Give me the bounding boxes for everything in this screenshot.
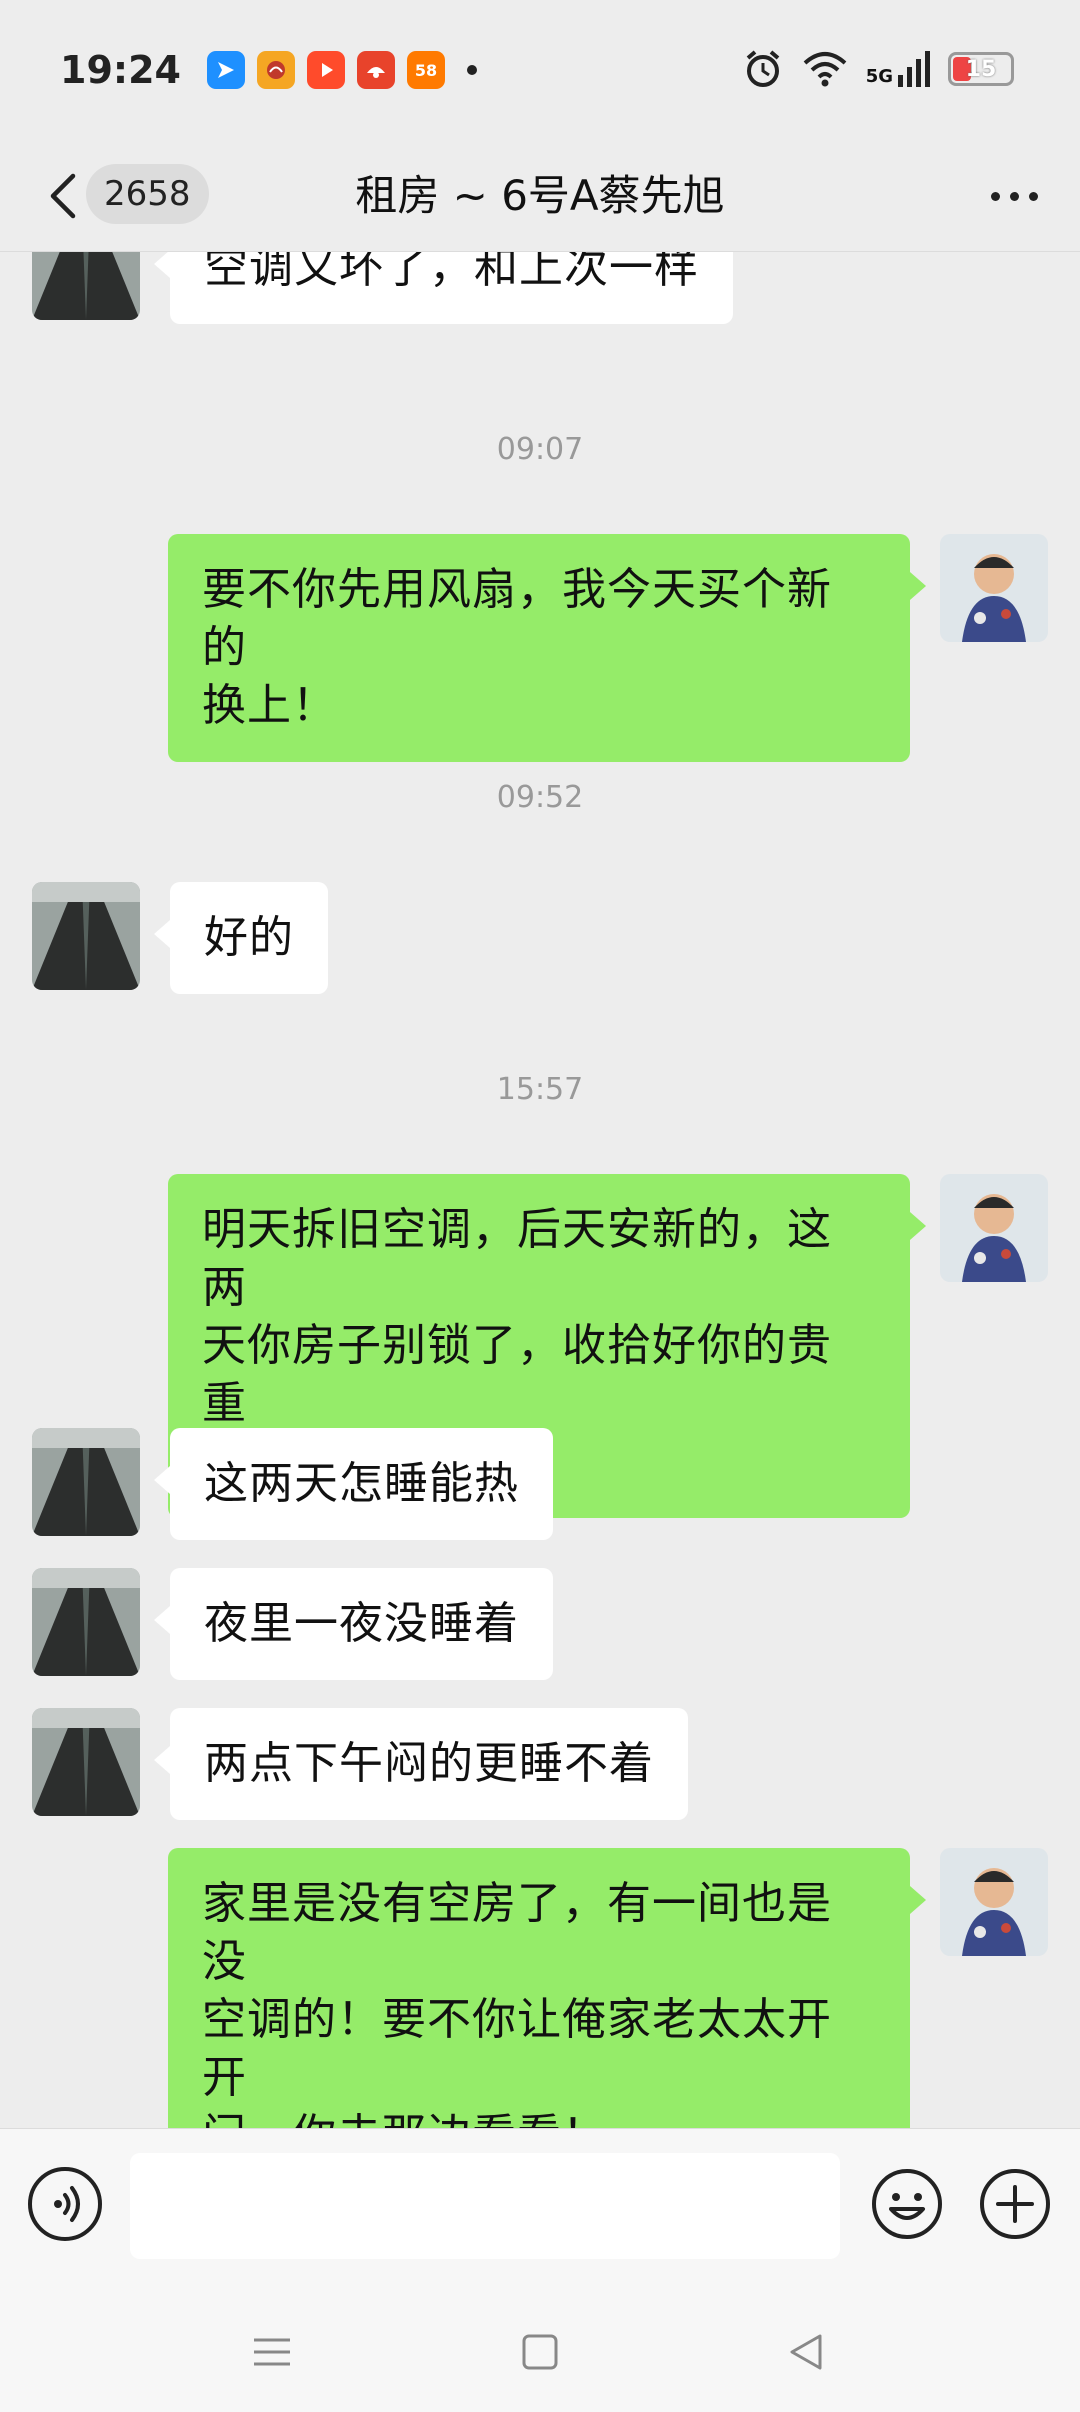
message-line: 天你房子别锁了，收拾好你的贵重 [202, 1320, 832, 1429]
menu-nav-button[interactable] [242, 2322, 302, 2382]
signal-icon [898, 51, 930, 87]
message-timestamp: 09:52 [496, 780, 584, 815]
feishu-icon [206, 51, 245, 89]
more-dot [1009, 191, 1019, 201]
battery-level: 15 [965, 56, 997, 82]
message-row-incoming: 两点下午闷的更睡不着 [0, 1708, 1080, 1820]
emoji-button[interactable] [870, 2167, 944, 2241]
58-label: 58 [414, 60, 438, 80]
unread-count-badge[interactable]: 2658 [86, 164, 209, 224]
message-line: 门，你去那边看看！ [202, 2107, 876, 2128]
video-icon [306, 51, 345, 89]
message-row-outgoing: 明天拆旧空调，后天安新的，这两 天你房子别锁了，收拾好你的贵重 东西啊！ [0, 1174, 1080, 1518]
message-list[interactable]: 空调又坏了，和上次一样 09:07 要不你先用风扇，我今天买个新的 换上！ 09… [0, 252, 1080, 2128]
message-line: 空调的！要不你让俺家老太太开开 [202, 1994, 832, 2103]
voice-input-button[interactable] [28, 2167, 102, 2241]
58-icon: 58 [406, 51, 445, 89]
message-row-incoming: 夜里一夜没睡着 [0, 1568, 1080, 1680]
my-avatar[interactable] [940, 534, 1048, 642]
souhu-icon [256, 51, 295, 89]
battery-icon: 15 [948, 52, 1014, 86]
chat-header: 2658 租房 ~ 6号A蔡先旭 [0, 140, 1080, 252]
more-dot [1028, 191, 1038, 201]
message-bubble[interactable]: 家里是没有空房了，有一间也是没 空调的！要不你让俺家老太太开开 门，你去那边看看… [168, 1848, 926, 2128]
chevron-left-icon [50, 173, 76, 219]
network-type: 5G [865, 66, 893, 87]
contact-avatar[interactable] [32, 252, 140, 320]
system-nav-bar [0, 2292, 1080, 2412]
wifi-icon [803, 52, 847, 87]
message-timestamp: 09:07 [496, 432, 584, 467]
contact-avatar[interactable] [32, 1708, 140, 1816]
message-line: 家里是没有空房了，有一间也是没 [202, 1878, 832, 1987]
contact-avatar[interactable] [32, 1568, 140, 1676]
message-row-outgoing: 要不你先用风扇，我今天买个新的 换上！ [0, 534, 1080, 762]
status-time: 19:24 [60, 48, 181, 92]
message-input[interactable] [130, 2153, 840, 2259]
message-row-outgoing: 家里是没有空房了，有一间也是没 空调的！要不你让俺家老太太开开 门，你去那边看看… [0, 1848, 1080, 2128]
message-row-incoming: 这两天怎睡能热 [0, 1428, 1080, 1540]
home-nav-button[interactable] [510, 2322, 570, 2382]
input-bar [0, 2128, 1080, 2292]
more-dot [990, 191, 1000, 201]
message-bubble[interactable]: 这两天怎睡能热 [154, 1428, 553, 1540]
home-square-icon [522, 2334, 558, 2370]
contact-avatar[interactable] [32, 1428, 140, 1536]
plus-icon [980, 2169, 1050, 2239]
message-bubble[interactable]: 好的 [154, 882, 328, 994]
message-bubble[interactable]: 空调又坏了，和上次一样 [154, 252, 733, 324]
voice-icon [54, 2186, 80, 2222]
back-nav-button[interactable] [776, 2322, 836, 2382]
alarm-icon [746, 50, 779, 87]
status-indicators: 5G 15 [742, 48, 1014, 90]
notification-dot [466, 65, 477, 75]
back-button[interactable] [36, 166, 88, 226]
menu-icon [254, 2338, 290, 2366]
more-functions-button[interactable] [978, 2167, 1052, 2241]
app-icon [356, 51, 395, 89]
contact-avatar[interactable] [32, 882, 140, 990]
notification-icons: 58 [206, 51, 445, 89]
message-line: 要不你先用风扇，我今天买个新的 [202, 564, 832, 673]
message-bubble[interactable]: 两点下午闷的更睡不着 [154, 1708, 688, 1820]
status-bar: 19:24 58 5G 15 [0, 0, 1080, 140]
message-line: 换上！ [202, 680, 337, 731]
more-options-button[interactable] [976, 168, 1052, 224]
message-bubble[interactable]: 要不你先用风扇，我今天买个新的 换上！ [168, 534, 926, 762]
emoji-icon [872, 2169, 942, 2239]
message-bubble[interactable]: 夜里一夜没睡着 [154, 1568, 553, 1680]
message-line: 明天拆旧空调，后天安新的，这两 [202, 1204, 832, 1313]
message-row-incoming: 好的 [0, 882, 1080, 994]
my-avatar[interactable] [940, 1848, 1048, 1956]
signal-indicator: 5G [866, 51, 930, 87]
message-timestamp: 15:57 [496, 1072, 584, 1107]
my-avatar[interactable] [940, 1174, 1048, 1282]
back-triangle-icon [790, 2334, 822, 2370]
message-row-incoming: 空调又坏了，和上次一样 [0, 252, 1080, 324]
